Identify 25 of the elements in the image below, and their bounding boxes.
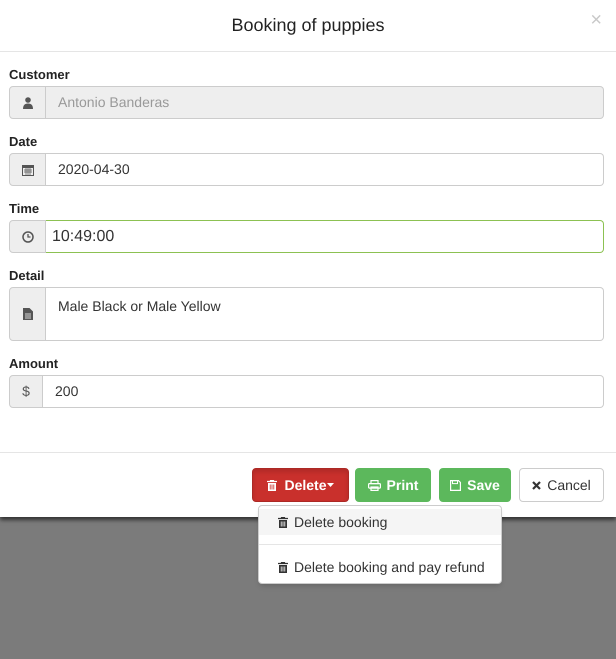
input-field[interactable]: 2020-04-30 <box>46 153 604 186</box>
trash-icon <box>267 480 278 490</box>
menu-item[interactable]: Delete booking <box>259 509 501 535</box>
dropdown-button[interactable]: Delete <box>252 468 349 502</box>
input-field[interactable]: 10:49:00 <box>46 220 604 253</box>
dialog-title: Booking of puppies <box>231 14 385 37</box>
user-icon <box>22 96 32 108</box>
caret-icon <box>326 483 334 487</box>
calendar-icon <box>22 164 34 176</box>
input-field[interactable]: 200 <box>43 375 604 408</box>
close-icon <box>532 480 542 490</box>
printer-icon <box>368 480 381 490</box>
field-label: Detail <box>9 268 46 283</box>
document-icon <box>22 308 32 320</box>
field-label: Time <box>9 201 40 216</box>
currency-symbol: $ <box>22 382 30 401</box>
menu-item[interactable]: Delete booking and pay refund <box>259 554 501 580</box>
trash-icon <box>278 562 288 572</box>
text-area[interactable]: Male Black or Male Yellow <box>46 287 604 341</box>
field-label: Date <box>9 134 38 149</box>
trash-icon <box>278 516 288 528</box>
field-label: Amount <box>9 356 60 371</box>
field-label: Customer <box>9 67 71 82</box>
cancel-button[interactable]: Cancel <box>519 468 604 502</box>
clock-icon <box>22 230 34 242</box>
